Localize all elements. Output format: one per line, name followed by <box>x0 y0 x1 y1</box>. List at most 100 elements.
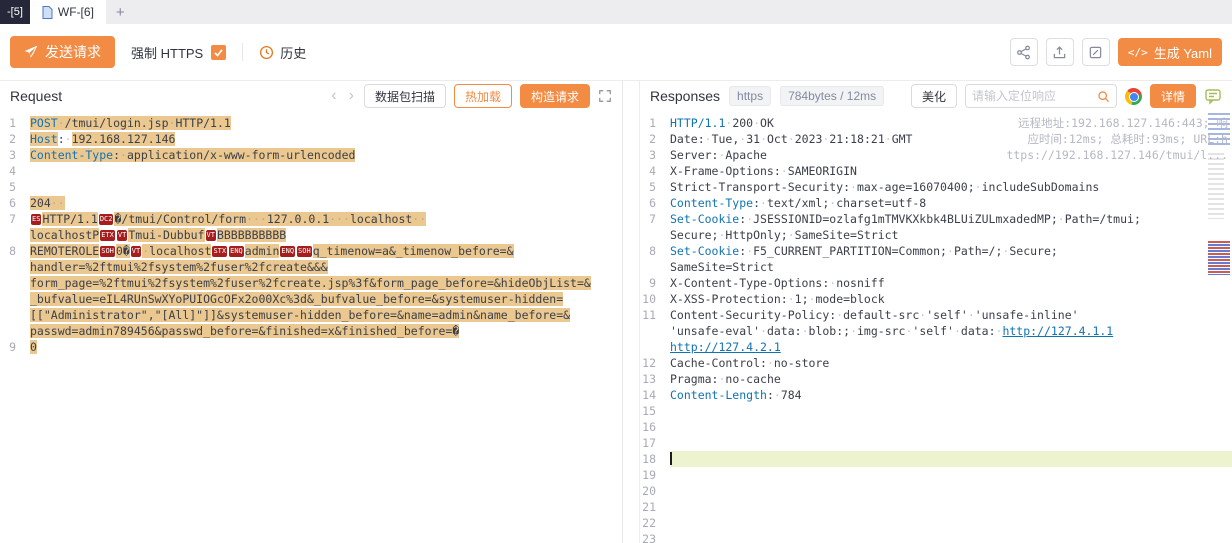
tab-strip: -[5] WF-[6] + <box>0 0 1232 24</box>
code-line[interactable]: 23 <box>640 531 1232 543</box>
code-content: Host:·192.168.127.146 <box>30 131 622 147</box>
line-number: 8 <box>640 243 670 275</box>
request-panel: Request ‹ › 数据包扫描 热加载 构造请求 1POST·/tmui/l… <box>0 81 623 543</box>
code-line[interactable]: 3Server:·Apachettps://192.168.127.146/tm… <box>640 147 1232 163</box>
control-char-badge: SOH <box>297 246 312 257</box>
code-line[interactable]: 90 <box>0 339 622 355</box>
code-line[interactable]: 5 <box>0 179 622 195</box>
code-line[interactable]: 21 <box>640 499 1232 515</box>
code-line[interactable]: 11Content-Security-Policy:·default-src·'… <box>640 307 1232 355</box>
code-line[interactable]: 4 <box>0 163 622 179</box>
clock-icon <box>259 45 274 60</box>
line-number: 6 <box>0 195 30 211</box>
code-line[interactable]: 7Set-Cookie:·JSESSIONID=ozlafg1mTMVKXkbk… <box>640 211 1232 243</box>
control-char-badge: ENQ <box>229 246 244 257</box>
force-https-checkbox[interactable] <box>211 45 226 60</box>
code-line[interactable]: 4X-Frame-Options:·SAMEORIGIN <box>640 163 1232 179</box>
panels-container: Request ‹ › 数据包扫描 热加载 构造请求 1POST·/tmui/l… <box>0 80 1232 543</box>
code-line[interactable]: 12Cache-Control:·no-store <box>640 355 1232 371</box>
line-number: 14 <box>640 387 670 403</box>
message-icon <box>1204 87 1222 105</box>
share-button[interactable] <box>1010 38 1038 66</box>
export-icon <box>1052 45 1067 60</box>
code-content <box>670 419 1232 435</box>
search-icon <box>1097 90 1110 103</box>
beautify-button[interactable]: 美化 <box>911 84 957 108</box>
add-tab-button[interactable]: + <box>106 0 135 24</box>
code-line[interactable]: 22 <box>640 515 1232 531</box>
code-content: Content-Type:·text/xml;·charset=utf-8 <box>670 195 1232 211</box>
export-button[interactable] <box>1046 38 1074 66</box>
code-line[interactable]: 19 <box>640 467 1232 483</box>
edit-button[interactable] <box>1082 38 1110 66</box>
code-content: Set-Cookie:·F5_CURRENT_PARTITION=Common;… <box>670 243 1232 275</box>
search-input[interactable] <box>972 89 1093 103</box>
code-line[interactable]: 8Set-Cookie:·F5_CURRENT_PARTITION=Common… <box>640 243 1232 275</box>
code-content: Strict-Transport-Security:·max-age=16070… <box>670 179 1232 195</box>
line-number: 3 <box>640 147 670 163</box>
send-request-button[interactable]: 发送请求 <box>10 36 115 68</box>
main-toolbar: 发送请求 强制 HTTPS 历史 </> 生成 Yaml <box>0 24 1232 80</box>
history-button[interactable]: 历史 <box>259 43 306 62</box>
code-line[interactable]: 18 <box>640 451 1232 467</box>
next-request-button[interactable]: › <box>347 88 356 104</box>
line-number: 17 <box>640 435 670 451</box>
request-editor[interactable]: 1POST·/tmui/login.jsp·HTTP/1.12Host:·192… <box>0 111 622 543</box>
code-content <box>670 435 1232 451</box>
line-number: 18 <box>640 451 670 467</box>
code-content: Content-Security-Policy:·default-src·'se… <box>670 307 1232 355</box>
code-line[interactable]: 2Host:·192.168.127.146 <box>0 131 622 147</box>
send-request-label: 发送请求 <box>45 42 101 62</box>
code-content <box>670 403 1232 419</box>
control-char-badge: ETX <box>100 230 115 241</box>
code-line[interactable]: 3Content-Type:·application/x-www-form-ur… <box>0 147 622 163</box>
request-title: Request <box>10 88 62 104</box>
code-content: Date:·Tue,·31·Oct·2023·21:18:21·GMT <box>670 131 1232 147</box>
generate-yaml-button[interactable]: </> 生成 Yaml <box>1118 38 1222 66</box>
control-char-badge: DC2 <box>99 214 114 225</box>
code-line[interactable]: 1HTTP/1.1·200·OK远程地址:192.168.127.146:443… <box>640 115 1232 131</box>
code-line[interactable]: 6Content-Type:·text/xml;·charset=utf-8 <box>640 195 1232 211</box>
generate-yaml-label: 生成 Yaml <box>1154 43 1212 62</box>
code-line[interactable]: 5Strict-Transport-Security:·max-age=1607… <box>640 179 1232 195</box>
code-line[interactable]: 7ESHTTP/1.1DC2�/tmui/Control/form···127.… <box>0 211 622 243</box>
tab-wf[interactable]: WF-[6] <box>30 0 106 24</box>
search-box <box>965 84 1117 108</box>
control-char-badge: VT <box>117 230 127 241</box>
code-line[interactable]: 14Content-Length:·784 <box>640 387 1232 403</box>
code-line[interactable]: 1POST·/tmui/login.jsp·HTTP/1.1 <box>0 115 622 131</box>
chrome-icon[interactable] <box>1125 88 1142 105</box>
search-button[interactable] <box>1097 90 1110 103</box>
message-button[interactable] <box>1204 87 1222 105</box>
request-header-actions: ‹ › 数据包扫描 热加载 构造请求 <box>329 84 612 108</box>
code-line[interactable]: 9X-Content-Type-Options:·nosniff <box>640 275 1232 291</box>
build-request-button[interactable]: 构造请求 <box>520 84 590 108</box>
overflow-tab[interactable]: -[5] <box>0 0 30 24</box>
toolbar-right-group: </> 生成 Yaml <box>1010 38 1222 66</box>
code-line[interactable]: 15 <box>640 403 1232 419</box>
code-line[interactable]: 13Pragma:·no-cache <box>640 371 1232 387</box>
code-content <box>670 467 1232 483</box>
code-line[interactable]: 10X-XSS-Protection:·1;·mode=block <box>640 291 1232 307</box>
hot-reload-button[interactable]: 热加载 <box>454 84 512 108</box>
code-line[interactable]: 2Date:·Tue,·31·Oct·2023·21:18:21·GMT应时间:… <box>640 131 1232 147</box>
line-number: 20 <box>640 483 670 499</box>
line-number: 2 <box>0 131 30 147</box>
code-line[interactable]: 8REMOTEROLESOH0�VT·localhostSTXENQadminE… <box>0 243 622 339</box>
code-line[interactable]: 20 <box>640 483 1232 499</box>
response-editor[interactable]: 1HTTP/1.1·200·OK远程地址:192.168.127.146:443… <box>640 111 1232 543</box>
line-number: 9 <box>0 339 30 355</box>
line-number: 22 <box>640 515 670 531</box>
fullscreen-button[interactable] <box>598 89 612 103</box>
details-button[interactable]: 详情 <box>1150 84 1196 108</box>
panel-splitter[interactable] <box>623 81 639 543</box>
prev-request-button[interactable]: ‹ <box>329 88 338 104</box>
code-line[interactable]: 16 <box>640 419 1232 435</box>
code-content: Cache-Control:·no-store <box>670 355 1232 371</box>
code-line[interactable]: 17 <box>640 435 1232 451</box>
size-time-tag: 784bytes / 12ms <box>780 86 884 106</box>
line-number: 1 <box>0 115 30 131</box>
code-line[interactable]: 6204·· <box>0 195 622 211</box>
line-number: 5 <box>0 179 30 195</box>
packet-scan-button[interactable]: 数据包扫描 <box>364 84 446 108</box>
